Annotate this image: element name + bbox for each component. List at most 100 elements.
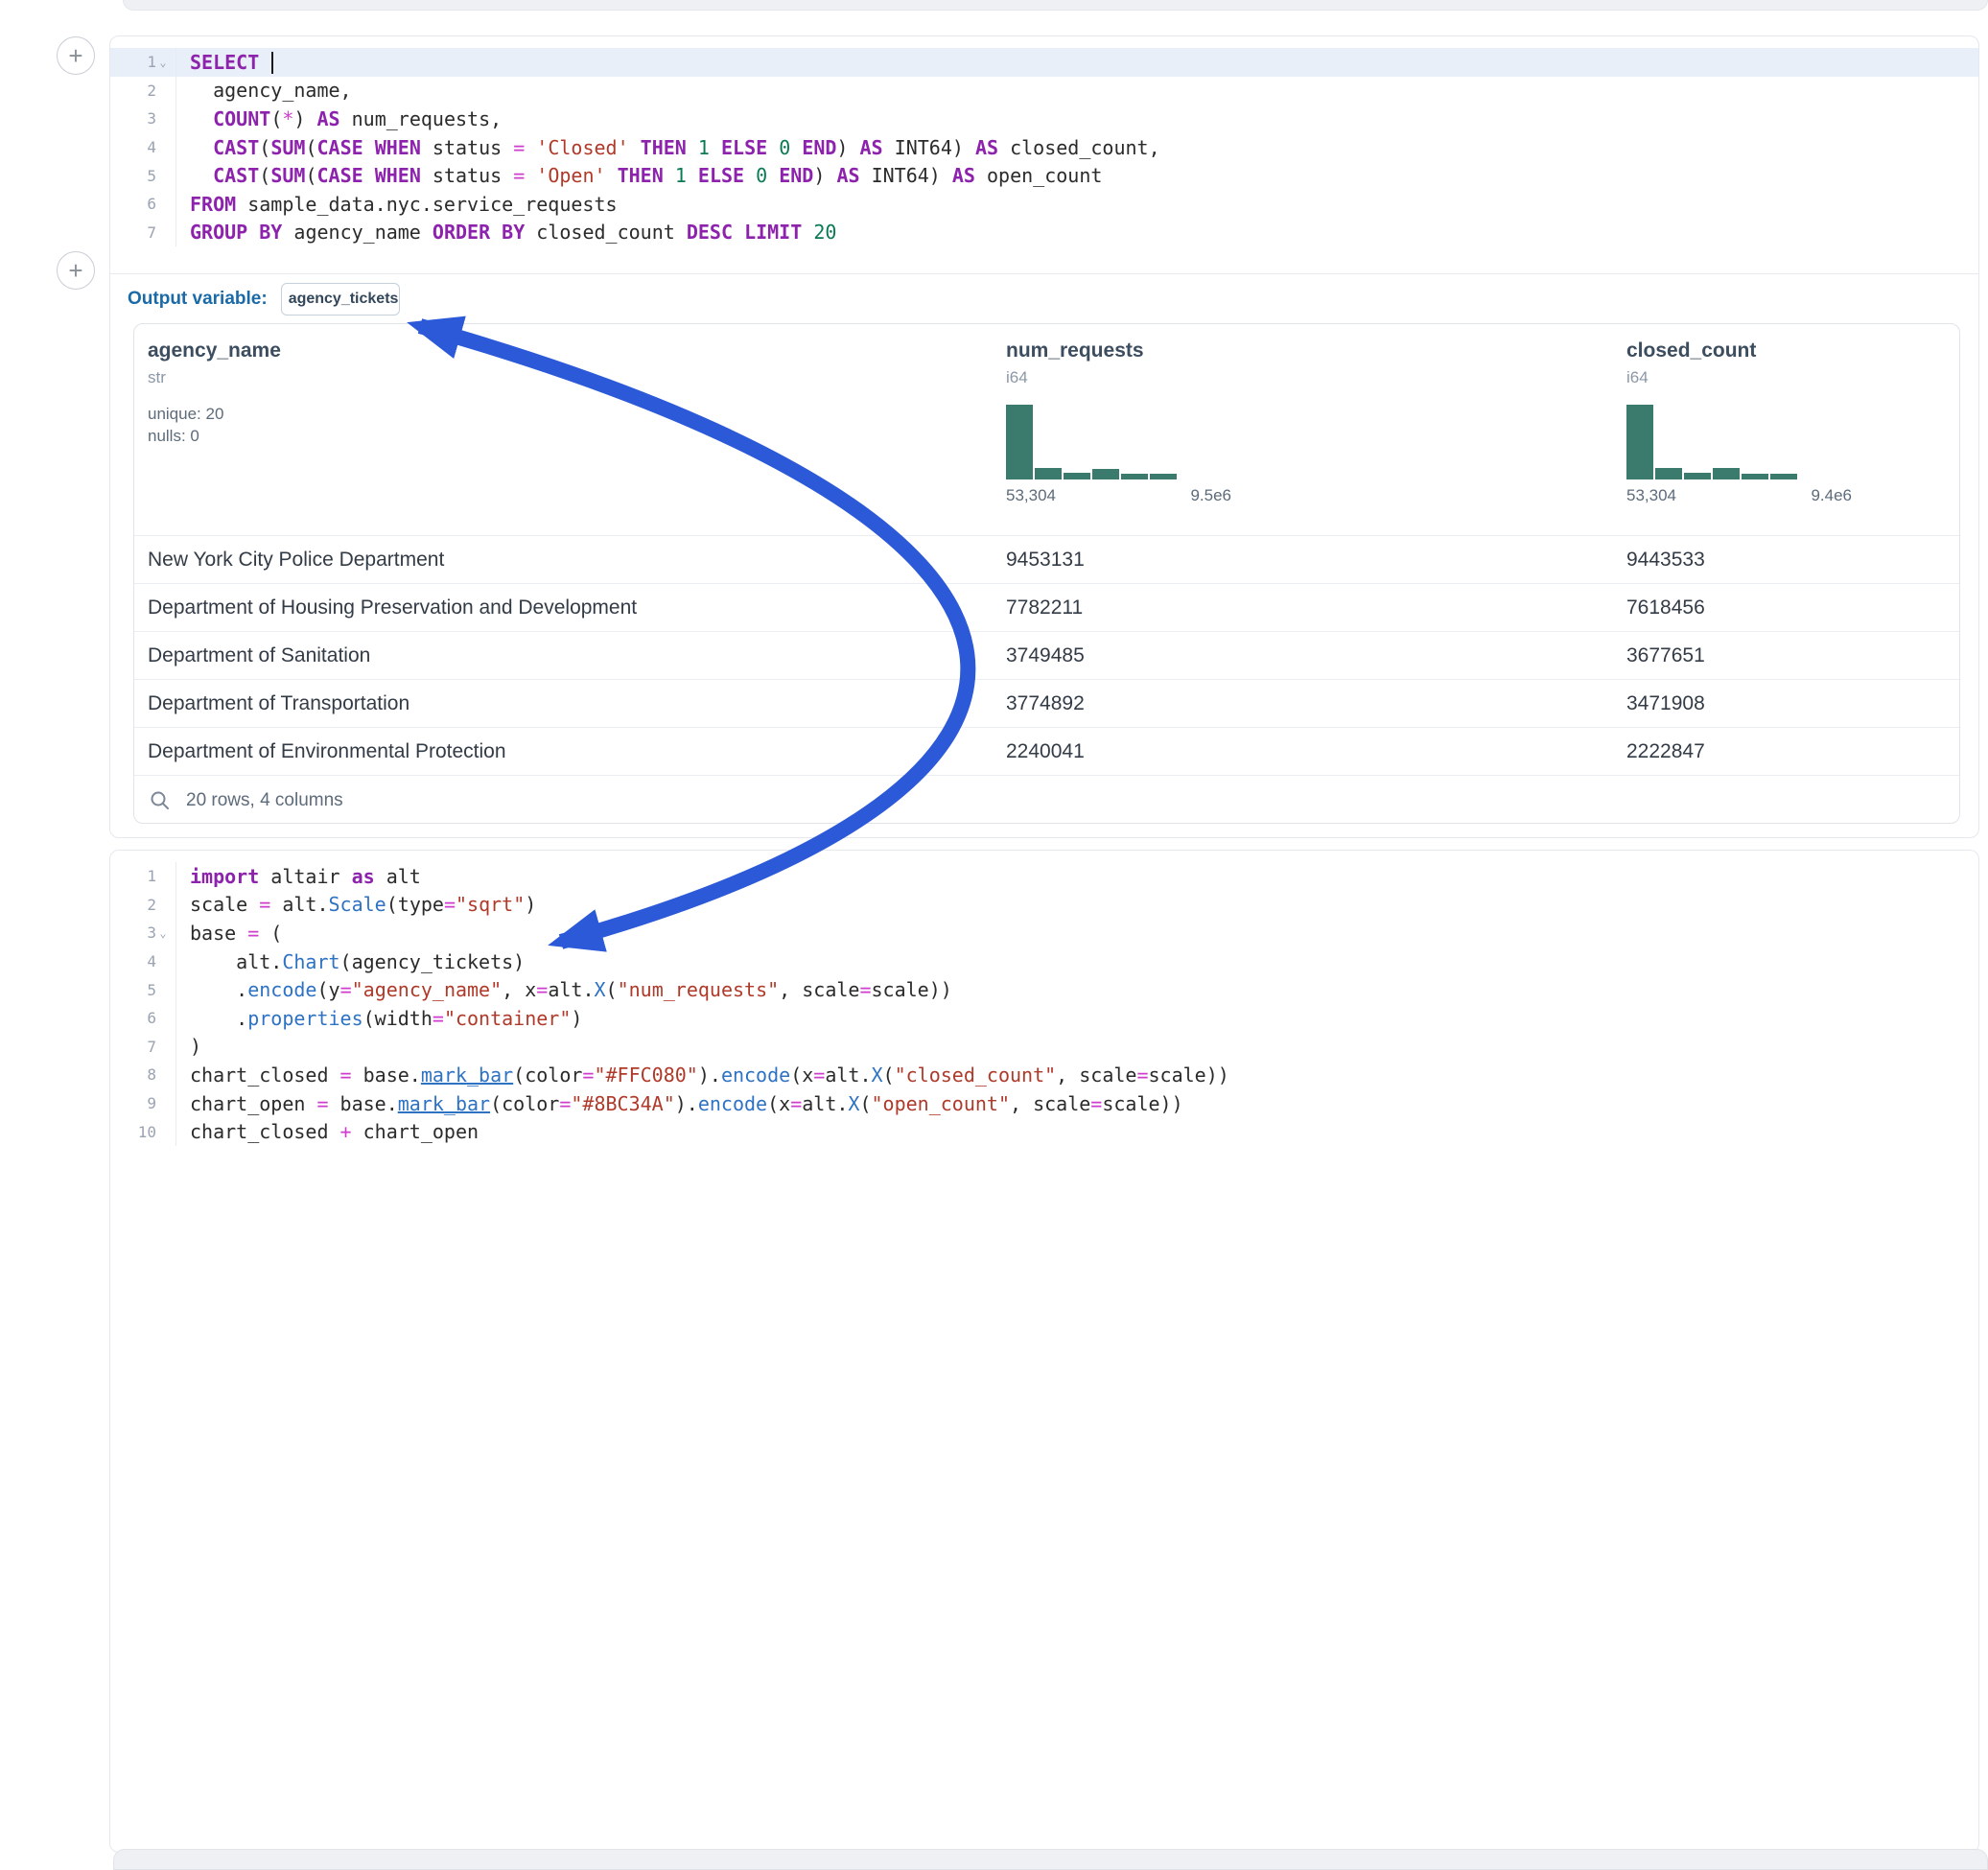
line-number: 5 xyxy=(110,975,176,1004)
line-number: 2 xyxy=(110,891,176,920)
code-text: CAST(SUM(CASE WHEN status = 'Open' THEN … xyxy=(176,164,1102,187)
sql-code-editor[interactable]: 1⌄SELECT 2 agency_name,3 COUNT(*) AS num… xyxy=(110,36,1978,246)
add-cell-button-middle[interactable]: + xyxy=(57,251,95,290)
table-cell: New York City Police Department xyxy=(148,549,1006,572)
code-line[interactable]: 4 alt.Chart(agency_tickets) xyxy=(110,947,1978,976)
code-line[interactable]: 5 CAST(SUM(CASE WHEN status = 'Open' THE… xyxy=(110,161,1978,190)
code-text: COUNT(*) AS num_requests, xyxy=(176,107,502,130)
code-text: base = ( xyxy=(176,922,282,945)
table-row-count: 20 rows, 4 columns xyxy=(186,790,343,811)
line-number: 6 xyxy=(110,1004,176,1033)
table-row[interactable]: Department of Sanitation37494853677651 xyxy=(134,631,1959,679)
next-cell-edge xyxy=(113,1849,1988,1870)
table-cell: 9443533 xyxy=(1626,549,1959,572)
column-header[interactable]: closed_counti6453,3049.4e6 xyxy=(1626,339,1959,535)
column-type: str xyxy=(148,368,1006,387)
column-stats: unique: 20nulls: 0 xyxy=(148,403,1006,447)
dataframe-preview: agency_namestr unique: 20nulls: 0 num_requ… xyxy=(133,323,1960,824)
code-line[interactable]: 1import altair as alt xyxy=(110,862,1978,891)
sql-cell: 1⌄SELECT 2 agency_name,3 COUNT(*) AS num… xyxy=(109,35,1979,838)
code-text: import altair as alt xyxy=(176,865,421,888)
output-variable-chip[interactable]: agency_tickets xyxy=(281,283,400,316)
column-name: closed_count xyxy=(1626,339,1959,362)
fold-chevron-icon[interactable]: ⌄ xyxy=(156,56,170,69)
code-line[interactable]: 9chart_open = base.mark_bar(color="#8BC3… xyxy=(110,1089,1978,1118)
code-text: .properties(width="container") xyxy=(176,1007,582,1030)
code-text: ) xyxy=(176,1035,201,1058)
line-number: 7 xyxy=(110,219,176,247)
code-line[interactable]: 4 CAST(SUM(CASE WHEN status = 'Closed' T… xyxy=(110,133,1978,162)
search-icon[interactable] xyxy=(150,790,171,811)
output-variable-label: Output variable: xyxy=(128,289,268,310)
column-histogram: 53,3049.4e6 xyxy=(1626,405,1852,505)
code-line[interactable]: 7GROUP BY agency_name ORDER BY closed_co… xyxy=(110,219,1978,247)
table-row[interactable]: Department of Transportation377489234719… xyxy=(134,679,1959,727)
python-code-editor[interactable]: 1import altair as alt2scale = alt.Scale(… xyxy=(110,851,1978,1146)
column-name: num_requests xyxy=(1006,339,1626,362)
text-cursor xyxy=(271,52,273,74)
column-header[interactable]: agency_namestr unique: 20nulls: 0 xyxy=(148,339,1006,535)
line-number: 5 xyxy=(110,161,176,190)
code-line[interactable]: 1⌄SELECT xyxy=(110,48,1978,77)
table-cell: 3471908 xyxy=(1626,692,1959,715)
line-number: 3 xyxy=(110,105,176,133)
table-row[interactable]: Department of Environmental Protection22… xyxy=(134,727,1959,775)
code-text: chart_open = base.mark_bar(color="#8BC34… xyxy=(176,1092,1183,1115)
line-number: 6 xyxy=(110,190,176,219)
output-variable-value: agency_tickets xyxy=(289,291,399,308)
table-cell: 3749485 xyxy=(1006,644,1626,667)
table-cell: 2222847 xyxy=(1626,740,1959,763)
table-cell: 7618456 xyxy=(1626,596,1959,619)
code-line[interactable]: 6FROM sample_data.nyc.service_requests xyxy=(110,190,1978,219)
table-cell: 9453131 xyxy=(1006,549,1626,572)
table-cell: 2240041 xyxy=(1006,740,1626,763)
table-cell: Department of Sanitation xyxy=(148,644,1006,667)
line-number: 1⌄ xyxy=(110,48,176,77)
line-number: 8 xyxy=(110,1061,176,1089)
table-header: agency_namestr unique: 20nulls: 0 num_requ… xyxy=(134,324,1959,535)
code-text: alt.Chart(agency_tickets) xyxy=(176,950,525,973)
python-cell: 1import altair as alt2scale = alt.Scale(… xyxy=(109,850,1979,1853)
table-row[interactable]: Department of Housing Preservation and D… xyxy=(134,583,1959,631)
code-text: CAST(SUM(CASE WHEN status = 'Closed' THE… xyxy=(176,136,1160,159)
output-variable-row: Output variable: agency_tickets xyxy=(110,273,1978,324)
code-text: scale = alt.Scale(type="sqrt") xyxy=(176,893,536,916)
code-line[interactable]: 2 agency_name, xyxy=(110,77,1978,105)
code-line[interactable]: 10chart_closed + chart_open xyxy=(110,1117,1978,1146)
code-line[interactable]: 3⌄base = ( xyxy=(110,919,1978,947)
code-line[interactable]: 3 COUNT(*) AS num_requests, xyxy=(110,105,1978,133)
code-text: SELECT xyxy=(176,51,273,74)
table-cell: Department of Environmental Protection xyxy=(148,740,1006,763)
table-cell: 7782211 xyxy=(1006,596,1626,619)
table-cell: Department of Transportation xyxy=(148,692,1006,715)
line-number: 4 xyxy=(110,133,176,162)
code-line[interactable]: 7) xyxy=(110,1033,1978,1062)
column-header[interactable]: num_requestsi6453,3049.5e6 xyxy=(1006,339,1626,535)
code-text: FROM sample_data.nyc.service_requests xyxy=(176,193,618,216)
table-cell: 3774892 xyxy=(1006,692,1626,715)
line-number: 2 xyxy=(110,77,176,105)
add-cell-button-top[interactable]: + xyxy=(57,36,95,75)
code-text: agency_name, xyxy=(176,79,352,102)
column-name: agency_name xyxy=(148,339,1006,362)
line-number: 3⌄ xyxy=(110,919,176,947)
table-body: New York City Police Department945313194… xyxy=(134,535,1959,775)
code-text: .encode(y="agency_name", x=alt.X("num_re… xyxy=(176,978,952,1001)
previous-cell-edge xyxy=(123,0,1988,11)
table-cell: 3677651 xyxy=(1626,644,1959,667)
code-text: GROUP BY agency_name ORDER BY closed_cou… xyxy=(176,221,836,244)
code-line[interactable]: 8chart_closed = base.mark_bar(color="#FF… xyxy=(110,1061,1978,1089)
table-row[interactable]: New York City Police Department945313194… xyxy=(134,535,1959,583)
code-line[interactable]: 6 .properties(width="container") xyxy=(110,1004,1978,1033)
line-number: 10 xyxy=(110,1117,176,1146)
table-cell: Department of Housing Preservation and D… xyxy=(148,596,1006,619)
code-line[interactable]: 5 .encode(y="agency_name", x=alt.X("num_… xyxy=(110,975,1978,1004)
column-type: i64 xyxy=(1006,368,1626,387)
line-number: 1 xyxy=(110,862,176,891)
code-text: chart_closed = base.mark_bar(color="#FFC… xyxy=(176,1064,1229,1087)
line-number: 9 xyxy=(110,1089,176,1118)
code-line[interactable]: 2scale = alt.Scale(type="sqrt") xyxy=(110,891,1978,920)
line-number: 4 xyxy=(110,947,176,976)
table-footer: 20 rows, 4 columns xyxy=(134,775,1959,824)
fold-chevron-icon[interactable]: ⌄ xyxy=(156,926,170,940)
